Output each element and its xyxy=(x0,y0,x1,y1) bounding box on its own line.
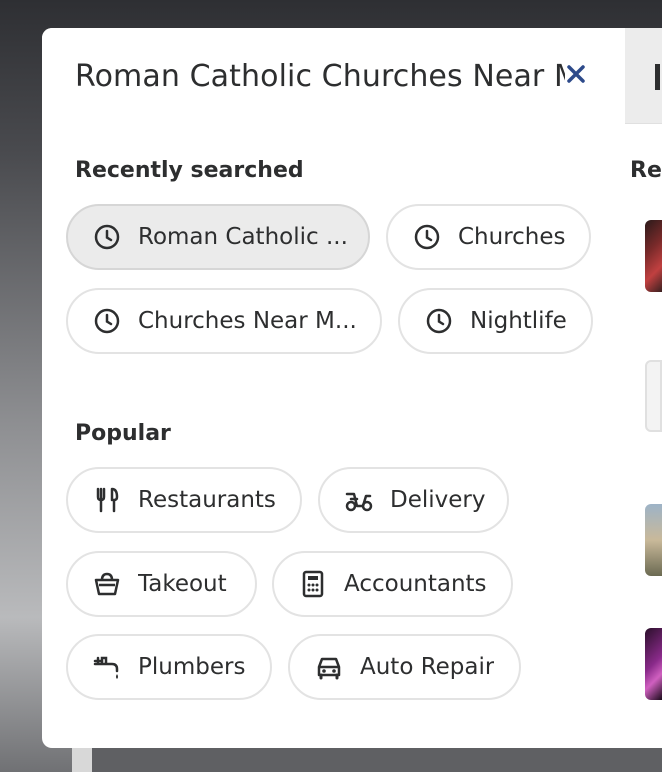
recent-chip-nightlife[interactable]: Nightlife xyxy=(398,288,593,354)
recent-chip-churches[interactable]: Churches xyxy=(386,204,591,270)
scooter-icon xyxy=(344,485,374,515)
result-thumbnail[interactable] xyxy=(645,220,662,292)
calculator-icon xyxy=(298,569,328,599)
car-icon xyxy=(314,652,344,682)
faucet-icon xyxy=(92,652,122,682)
clock-icon xyxy=(424,306,454,336)
popular-chip-accountants[interactable]: Accountants xyxy=(272,551,513,617)
recent-chip-roman-catholic[interactable]: Roman Catholic ... xyxy=(66,204,370,270)
recent-chip-churches-near[interactable]: Churches Near M... xyxy=(66,288,382,354)
popular-chip-restaurants[interactable]: Restaurants xyxy=(66,467,302,533)
result-thumbnail-placeholder[interactable] xyxy=(645,360,662,432)
search-header[interactable]: Roman Catholic Churches Near M xyxy=(42,28,625,124)
popular-chip-auto-repair[interactable]: Auto Repair xyxy=(288,634,521,700)
popular-title: Popular xyxy=(75,421,171,446)
search-suggestions-panel: Roman Catholic Churches Near M Rec Recen… xyxy=(42,28,662,748)
clock-icon xyxy=(412,222,442,252)
recently-searched-title: Recently searched xyxy=(75,158,304,183)
takeout-bag-icon xyxy=(92,569,122,599)
clock-icon xyxy=(92,306,122,336)
popular-chip-delivery[interactable]: Delivery xyxy=(318,467,509,533)
close-button[interactable] xyxy=(560,58,592,90)
search-query-text[interactable]: Roman Catholic Churches Near M xyxy=(75,59,565,94)
right-column-heading: Rec xyxy=(630,158,662,183)
result-thumbnail[interactable] xyxy=(645,504,662,576)
recent-chip-label: Roman Catholic ... xyxy=(138,224,348,250)
popular-chip-label: Accountants xyxy=(344,571,487,597)
popular-chip-label: Takeout xyxy=(138,571,227,597)
popular-chip-label: Plumbers xyxy=(138,654,246,680)
clock-icon xyxy=(92,222,122,252)
recent-chip-label: Churches Near M... xyxy=(138,308,357,334)
popular-chip-label: Delivery xyxy=(390,487,486,513)
recent-chip-label: Churches xyxy=(458,224,566,250)
background-bottom xyxy=(92,748,662,772)
close-icon xyxy=(567,65,585,83)
right-tab[interactable] xyxy=(625,28,662,124)
popular-chip-label: Restaurants xyxy=(138,487,276,513)
right-tab-glyph xyxy=(655,64,660,90)
popular-chip-takeout[interactable]: Takeout xyxy=(66,551,257,617)
result-thumbnail[interactable] xyxy=(645,628,662,700)
popular-chip-plumbers[interactable]: Plumbers xyxy=(66,634,272,700)
fork-knife-icon xyxy=(92,485,122,515)
recent-chip-label: Nightlife xyxy=(470,308,567,334)
popular-chip-label: Auto Repair xyxy=(360,654,495,680)
